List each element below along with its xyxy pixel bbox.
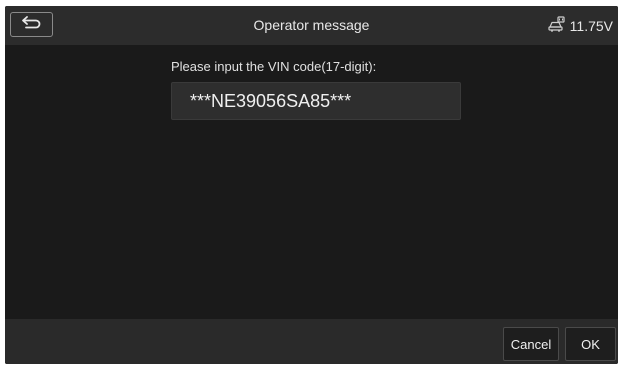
vin-input[interactable]: ***NE39056SA85*** — [171, 82, 461, 120]
voltage-indicator: 11.75V — [548, 6, 613, 45]
ok-button[interactable]: OK — [565, 327, 616, 361]
footer-bar: Cancel OK — [5, 319, 618, 364]
cancel-button[interactable]: Cancel — [503, 327, 559, 361]
vin-prompt-label: Please input the VIN code(17-digit): — [171, 59, 377, 74]
vehicle-battery-icon — [548, 16, 566, 35]
back-arrow-icon — [21, 15, 43, 34]
page-title: Operator message — [253, 17, 370, 33]
title-bar: Operator message 11.75V — [5, 6, 618, 45]
back-button[interactable] — [10, 12, 53, 37]
voltage-value: 11.75V — [569, 17, 613, 34]
app-screen: Operator message 11.75V Please input the… — [5, 6, 618, 364]
dialog-content: Please input the VIN code(17-digit): ***… — [5, 45, 618, 319]
